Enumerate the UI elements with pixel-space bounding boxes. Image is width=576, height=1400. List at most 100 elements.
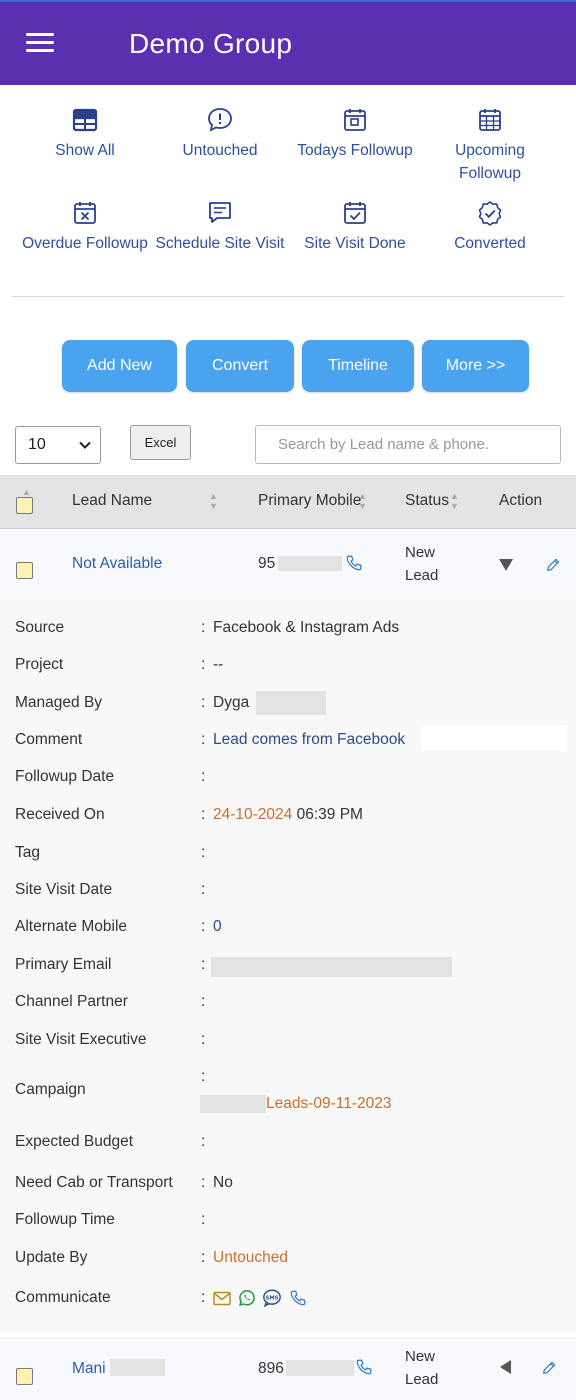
app-title: Demo Group <box>129 28 293 59</box>
detail-colon: : <box>201 1031 206 1048</box>
detail-colon: : <box>201 993 206 1010</box>
detail-colon: : <box>201 881 206 898</box>
detail-value: -- <box>213 656 224 673</box>
detail-label: Primary Email <box>15 956 112 973</box>
header-action: Action <box>499 492 543 509</box>
filter-schedule-site-visit[interactable]: Schedule Site Visit <box>155 200 285 255</box>
detail-label: Tag <box>15 844 40 861</box>
detail-value: Untouched <box>213 1249 288 1266</box>
detail-colon: : <box>201 656 206 673</box>
detail-campaign: Campaign : Leads-09-11-2023 <box>0 1068 576 1118</box>
excel-export-button[interactable]: Excel <box>130 425 191 460</box>
add-new-button[interactable]: Add New <box>62 340 177 392</box>
redacted-mask <box>110 1359 165 1376</box>
detail-colon: : <box>201 1174 206 1191</box>
detail-label: Communicate <box>15 1289 111 1306</box>
detail-colon: : <box>201 694 206 711</box>
filter-overdue-followup[interactable]: Overdue Followup <box>20 200 150 255</box>
detail-colon: : <box>201 1249 206 1266</box>
filter-site-visit-done[interactable]: Site Visit Done <box>290 200 420 255</box>
detail-colon: : <box>201 731 206 748</box>
filter-converted[interactable]: Converted <box>425 200 555 255</box>
calendar-x-icon <box>74 202 96 224</box>
detail-label: Campaign <box>15 1081 86 1098</box>
status-line: Lead <box>405 567 439 584</box>
expand-caret-down-icon[interactable] <box>499 559 513 571</box>
calendar-grid-icon <box>479 109 501 131</box>
select-all-checkbox[interactable] <box>16 497 33 514</box>
redacted-mask <box>278 556 342 571</box>
detail-colon: : <box>201 918 206 935</box>
detail-colon: : <box>201 1289 206 1306</box>
filter-label: Converted <box>454 235 526 252</box>
table-controls: 10 Excel Search by Lead name & phone. <box>0 425 576 465</box>
grid-icon <box>72 108 98 132</box>
calendar-day-icon <box>344 109 366 131</box>
detail-label: Source <box>15 619 65 636</box>
sort-both-icon[interactable]: ▲ ▼ <box>209 491 218 511</box>
app-header: Demo Group <box>0 0 576 85</box>
redacted-mask <box>200 1095 266 1113</box>
search-input[interactable]: Search by Lead name & phone. <box>255 425 561 464</box>
filter-label: Upcoming Followup <box>455 142 525 182</box>
page-size-select[interactable]: 10 <box>15 426 101 464</box>
table-row: Mani 896 New Lead <box>0 1337 576 1400</box>
header-status[interactable]: Status <box>405 492 449 510</box>
detail-label: Site Visit Executive <box>15 1031 147 1048</box>
detail-colon: : <box>201 1133 206 1150</box>
filter-untouched[interactable]: Untouched <box>155 107 285 162</box>
filter-label: Site Visit Done <box>304 235 406 252</box>
lead-details-panel: Source : Facebook & Instagram Ads Projec… <box>0 600 576 1332</box>
filter-label: Show All <box>55 142 115 159</box>
phone-icon[interactable] <box>289 1289 307 1307</box>
filter-label: Overdue Followup <box>22 235 148 252</box>
header-lead-name[interactable]: Lead Name <box>72 492 152 510</box>
detail-colon: : <box>201 806 206 823</box>
filter-todays-followup[interactable]: Todays Followup <box>290 107 420 162</box>
phone-icon[interactable] <box>345 554 363 572</box>
mobile-number: 896 <box>258 1360 284 1377</box>
detail-label: Received On <box>15 806 105 823</box>
expand-caret-left-icon[interactable] <box>500 1360 511 1374</box>
detail-colon: : <box>201 1068 206 1085</box>
filter-label: Schedule Site Visit <box>155 235 285 252</box>
edit-pencil-icon[interactable] <box>541 1360 557 1376</box>
sort-both-icon[interactable]: ▲ ▼ <box>358 491 367 511</box>
row-checkbox[interactable] <box>16 1368 33 1385</box>
lead-name-link[interactable]: Not Available <box>72 555 162 573</box>
detail-value: No <box>213 1174 233 1191</box>
mobile-number: 95 <box>258 555 276 572</box>
status-line: Lead <box>405 1371 439 1388</box>
detail-label: Expected Budget <box>15 1133 134 1150</box>
whatsapp-icon[interactable] <box>238 1289 256 1307</box>
detail-colon: : <box>201 1211 206 1228</box>
calendar-check-icon <box>344 202 366 224</box>
detail-label: Site Visit Date <box>15 881 113 898</box>
filter-upcoming-followup[interactable]: Upcoming Followup <box>425 107 555 185</box>
phone-icon[interactable] <box>355 1358 373 1376</box>
filter-show-all[interactable]: Show All <box>20 107 150 162</box>
detail-value: Dyga <box>213 694 250 711</box>
timeline-button[interactable]: Timeline <box>302 340 414 392</box>
received-time: 06:39 PM <box>296 806 363 823</box>
detail-label: Alternate Mobile <box>15 918 128 935</box>
row-checkbox[interactable] <box>16 562 33 579</box>
detail-label: Followup Time <box>15 1211 115 1228</box>
sort-both-icon[interactable]: ▲ ▼ <box>450 491 459 511</box>
redacted-mask <box>211 957 452 977</box>
detail-colon: : <box>201 619 206 636</box>
sort-up-icon[interactable]: ▲ <box>22 487 31 497</box>
email-icon[interactable] <box>213 1291 231 1306</box>
sms-icon[interactable]: SMS <box>262 1289 282 1307</box>
header-primary-mobile[interactable]: Primary Mobile <box>258 492 361 510</box>
hamburger-menu-icon[interactable] <box>26 33 54 53</box>
more-button[interactable]: More >> <box>422 340 529 392</box>
detail-label: Managed By <box>15 694 103 711</box>
lead-name-link[interactable]: Mani <box>72 1360 106 1378</box>
edit-pencil-icon[interactable] <box>545 557 561 573</box>
detail-value: 0 <box>213 918 222 935</box>
convert-button[interactable]: Convert <box>186 340 294 392</box>
detail-label: Project <box>15 656 64 673</box>
detail-colon: : <box>201 956 206 973</box>
detail-label: Channel Partner <box>15 993 128 1010</box>
